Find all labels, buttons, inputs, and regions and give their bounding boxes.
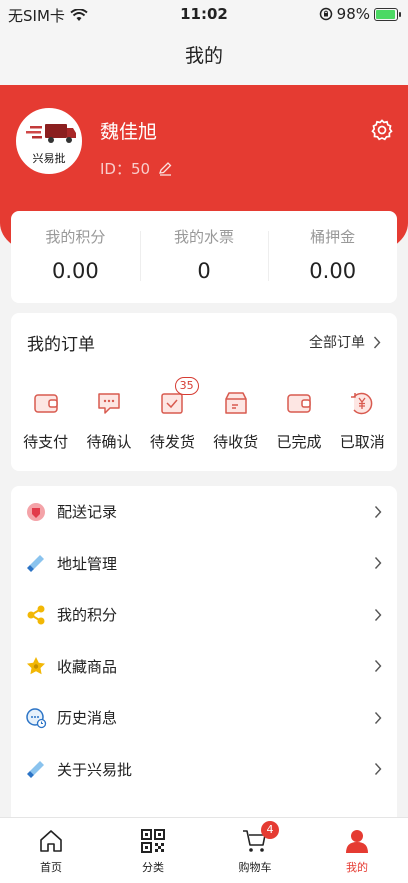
chevron-right-icon — [374, 763, 382, 776]
wallet-icon — [33, 394, 58, 413]
stat-points[interactable]: 我的积分 0.00 — [11, 211, 140, 303]
menu-label: 地址管理 — [57, 554, 118, 573]
battery-icon — [374, 7, 401, 21]
tab-label: 首页 — [40, 861, 62, 874]
stat-label: 我的水票 — [174, 228, 235, 246]
tab-label: 分类 — [142, 861, 164, 874]
menu-item-history-messages[interactable]: 历史消息 — [11, 692, 397, 744]
menu-item-favorites[interactable]: 收藏商品 — [11, 641, 397, 693]
all-orders-label: 全部订单 — [309, 335, 365, 351]
user-id-label: ID： — [100, 160, 131, 178]
chevron-right-icon — [374, 660, 382, 673]
logo-text: 兴易批 — [32, 152, 66, 165]
stat-value: 0.00 — [309, 259, 357, 283]
home-icon — [40, 830, 62, 852]
stat-bucket-deposit[interactable]: 桶押金 0.00 — [268, 211, 397, 303]
settings-gear-icon[interactable] — [370, 118, 394, 142]
wallet-check-icon — [287, 394, 311, 413]
order-label: 待收货 — [213, 433, 259, 451]
user-id: ID：50 — [100, 158, 173, 179]
menu-item-my-points[interactable]: 我的积分 — [11, 589, 397, 641]
status-right: 98% — [319, 5, 401, 23]
menu-card: 配送记录 地址管理 我的积分 收藏商品 历史消息 关于兴易批 — [11, 486, 397, 826]
yen-refund-icon — [351, 392, 373, 415]
stat-label: 我的积分 — [45, 228, 106, 246]
order-label: 待确认 — [86, 433, 132, 451]
star-icon — [27, 657, 45, 675]
order-pending-payment[interactable]: 待支付 — [14, 389, 77, 452]
order-label: 待发货 — [149, 433, 195, 451]
cart-badge: 4 — [261, 821, 279, 839]
orders-card: 我的订单 全部订单 待支付 待确认 35 待发货 待收货 已完成 已取消 — [11, 313, 397, 471]
order-label: 已完成 — [276, 433, 322, 451]
all-orders-link[interactable]: 全部订单 — [309, 332, 381, 352]
order-pending-confirm[interactable]: 待确认 — [77, 389, 140, 452]
tab-category[interactable]: 分类 — [102, 818, 204, 883]
order-pending-receipt[interactable]: 待收货 — [204, 389, 267, 452]
pending-shipment-badge: 35 — [174, 377, 199, 395]
menu-label: 历史消息 — [57, 709, 118, 728]
delivery-icon — [27, 502, 45, 521]
order-pending-shipment[interactable]: 35 待发货 — [141, 377, 204, 452]
menu-item-about[interactable]: 关于兴易批 — [11, 744, 397, 796]
tab-label: 我的 — [346, 861, 368, 874]
tab-home[interactable]: 首页 — [0, 818, 102, 883]
menu-item-delivery-records[interactable]: 配送记录 — [11, 486, 397, 538]
chevron-right-icon — [374, 711, 382, 724]
order-status-row: 待支付 待确认 35 待发货 待收货 已完成 已取消 — [11, 377, 397, 452]
menu-label: 配送记录 — [57, 503, 118, 522]
stat-label: 桶押金 — [310, 228, 356, 246]
stats-card: 我的积分 0.00 我的水票 0 桶押金 0.00 — [11, 211, 397, 303]
order-label: 已取消 — [339, 433, 385, 451]
avatar[interactable]: 兴易批 — [16, 108, 82, 174]
tab-bar: 首页 分类 4 购物车 我的 — [0, 817, 408, 883]
battery-percent: 98% — [336, 5, 370, 23]
message-icon — [26, 708, 47, 728]
box-icon — [224, 392, 247, 414]
order-cancelled[interactable]: 已取消 — [331, 389, 394, 452]
tab-mine[interactable]: 我的 — [306, 818, 408, 883]
chevron-right-icon — [374, 505, 382, 518]
qr-icon — [141, 829, 165, 853]
orders-header: 我的订单 全部订单 — [11, 313, 397, 371]
page-title: 我的 — [0, 30, 408, 85]
tab-cart[interactable]: 4 购物车 — [204, 818, 306, 883]
stat-water-tickets[interactable]: 我的水票 0 — [139, 211, 269, 303]
menu-item-address[interactable]: 地址管理 — [11, 538, 397, 590]
user-icon — [346, 830, 368, 853]
chevron-right-icon — [373, 336, 381, 348]
order-completed[interactable]: 已完成 — [267, 389, 330, 452]
order-label: 待支付 — [23, 433, 69, 451]
address-icon — [27, 555, 44, 573]
status-bar: 无SIM卡 11:02 98% — [0, 0, 408, 30]
chevron-right-icon — [374, 608, 382, 621]
chat-icon — [98, 393, 120, 414]
user-id-value: 50 — [130, 160, 151, 178]
stat-value: 0 — [197, 259, 211, 283]
menu-label: 收藏商品 — [57, 657, 118, 676]
rotation-lock-icon — [319, 7, 332, 21]
username: 魏佳旭 — [100, 121, 158, 143]
chevron-right-icon — [374, 557, 382, 570]
orders-title: 我的订单 — [27, 334, 95, 355]
points-icon — [27, 605, 45, 625]
tab-label: 购物车 — [238, 861, 272, 874]
menu-label: 关于兴易批 — [57, 760, 133, 779]
stat-value: 0.00 — [51, 259, 99, 283]
about-icon — [27, 761, 44, 779]
edit-icon[interactable] — [158, 161, 173, 176]
menu-label: 我的积分 — [57, 606, 118, 625]
